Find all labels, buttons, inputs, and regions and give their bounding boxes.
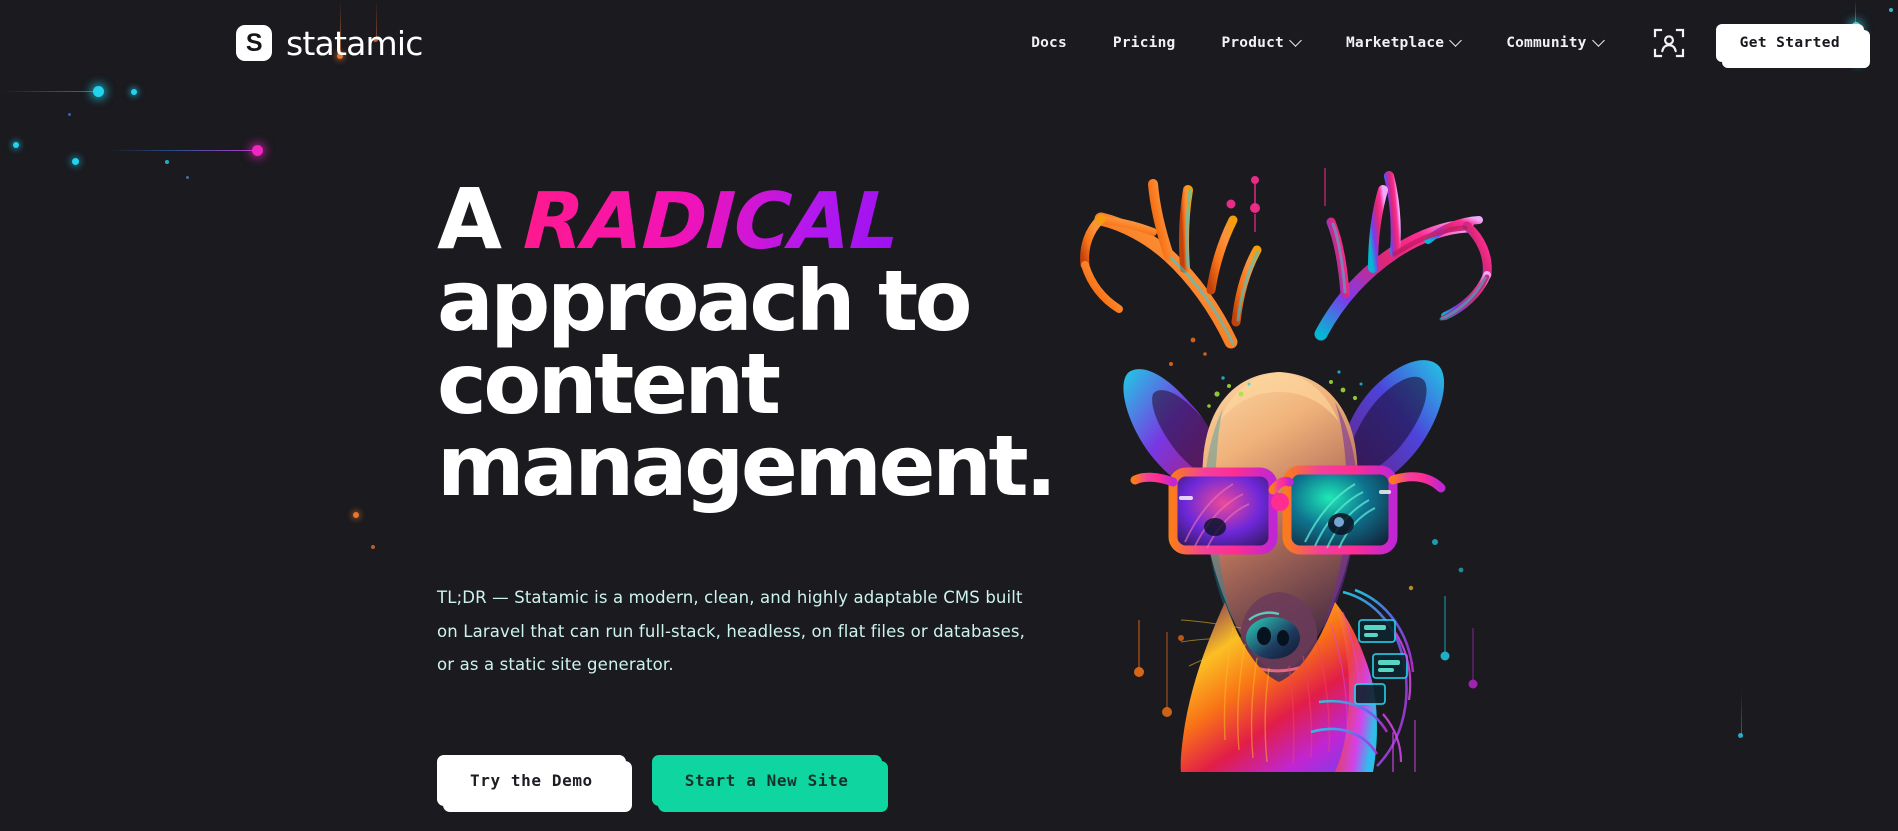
user-scan-icon	[1653, 28, 1684, 58]
hero-actions: Try the Demo Start a New Site	[437, 754, 1097, 812]
hero-section: A RADICAL approach to content management…	[0, 0, 1898, 831]
chevron-down-icon	[1591, 33, 1605, 47]
site-header: S statamic Docs Pricing Product Marketpl…	[0, 0, 1898, 86]
get-started-button[interactable]: Get Started	[1715, 24, 1864, 62]
start-a-new-site-button[interactable]: Start a New Site	[651, 754, 882, 806]
get-started-wrap: Get Started	[1715, 24, 1870, 68]
headline-line-2: approach to	[437, 252, 972, 351]
page-title: A RADICAL approach to content management…	[437, 177, 1097, 516]
headline-accent-radical: RADICAL	[522, 177, 902, 267]
nav-item-docs[interactable]: Docs	[1008, 35, 1090, 51]
statamic-mark-icon: S	[236, 25, 272, 61]
brand-wordmark: statamic	[286, 23, 423, 63]
nav-label: Marketplace	[1345, 35, 1445, 51]
primary-nav: Docs Pricing Product Marketplace Communi…	[1008, 24, 1870, 68]
nav-label: Product	[1221, 35, 1284, 51]
nav-item-marketplace[interactable]: Marketplace	[1323, 33, 1483, 51]
account-button[interactable]	[1652, 26, 1686, 60]
chevron-down-icon	[1449, 33, 1463, 47]
try-the-demo-button[interactable]: Try the Demo	[437, 754, 626, 806]
page-root: S statamic Docs Pricing Product Marketpl…	[0, 0, 1898, 831]
hero-artwork	[1043, 72, 1513, 772]
hero-copy: A RADICAL approach to content management…	[437, 177, 1097, 812]
nav-label: Docs	[1031, 35, 1067, 51]
headline-line-1: A RADICAL	[437, 177, 1097, 267]
brand-logo[interactable]: S statamic	[236, 24, 423, 63]
nav-item-pricing[interactable]: Pricing	[1090, 35, 1199, 51]
start-new-site-wrap: Start a New Site	[651, 754, 888, 812]
nav-label: Pricing	[1112, 35, 1176, 51]
nav-label: Community	[1506, 35, 1587, 51]
nav-item-product[interactable]: Product	[1198, 33, 1323, 51]
chevron-down-icon	[1289, 33, 1302, 47]
try-demo-wrap: Try the Demo	[437, 754, 632, 812]
nav-item-community[interactable]: Community	[1483, 33, 1625, 51]
headline-line-4: management.	[437, 417, 1057, 516]
headline-line-3: content	[437, 334, 781, 433]
hero-description: TL;DR — Statamic is a modern, clean, and…	[437, 588, 1026, 675]
